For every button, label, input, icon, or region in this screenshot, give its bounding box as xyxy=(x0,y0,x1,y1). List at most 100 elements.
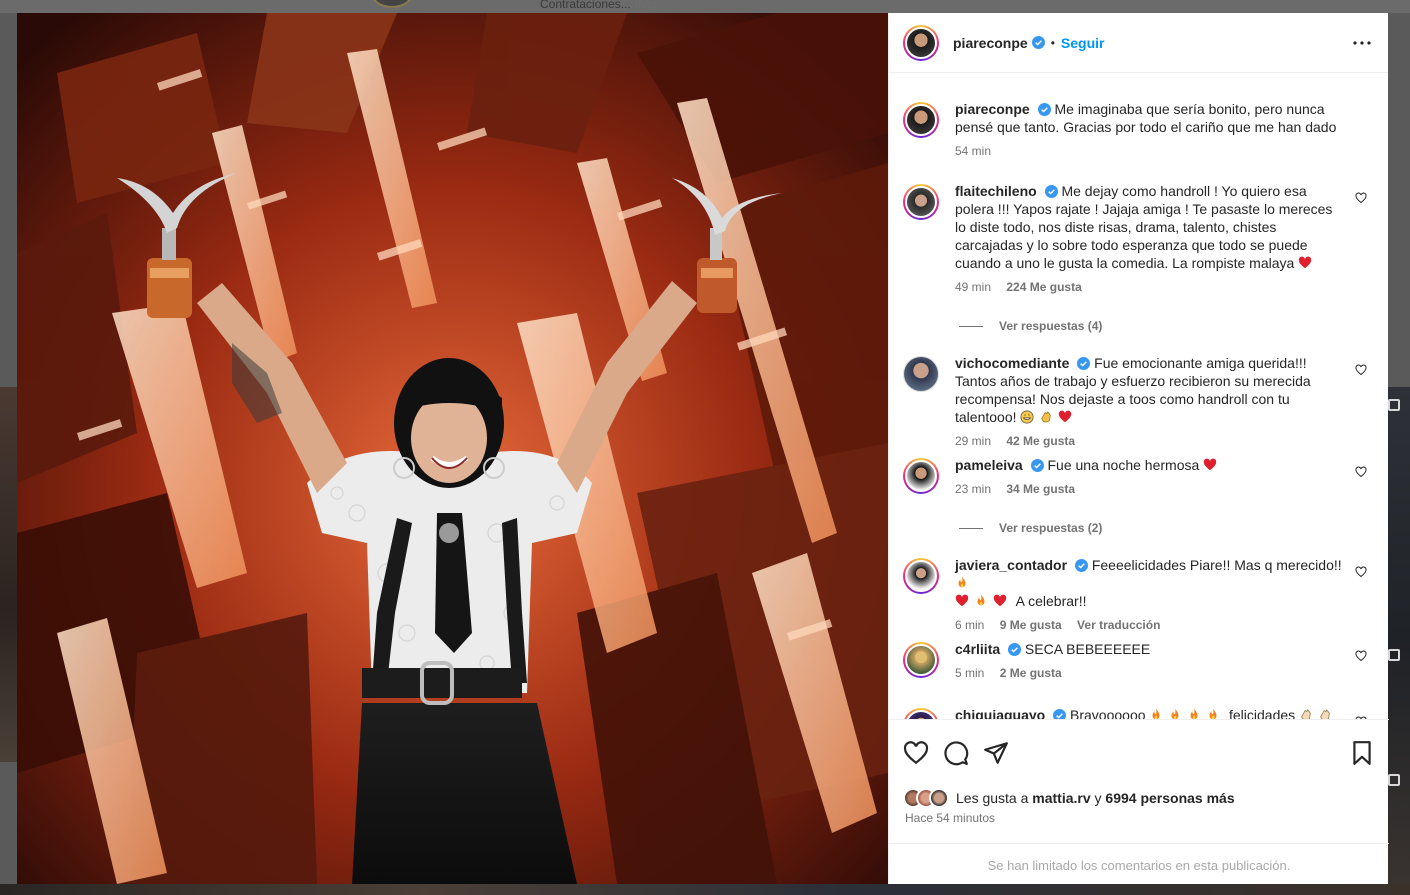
verified-badge-icon xyxy=(1031,36,1045,49)
post-modal: piareconpe • Seguir piareconpe Me imagin… xyxy=(17,13,1389,884)
verified-badge-icon xyxy=(1008,643,1022,656)
more-options-icon[interactable] xyxy=(1350,31,1374,55)
comment-time: 5 min xyxy=(955,666,985,680)
heart-emoji-icon xyxy=(1203,458,1217,471)
comment-username[interactable]: vichocomediante xyxy=(955,355,1069,371)
comment-time: 29 min xyxy=(955,434,992,448)
like-comment-icon[interactable] xyxy=(1355,364,1367,376)
background-thumbnails-bottom xyxy=(0,884,1410,895)
comment-item: javiera_contador Feeeelicidades Piare!! … xyxy=(903,556,1373,634)
like-comment-icon[interactable] xyxy=(1355,466,1367,478)
comment-username[interactable]: pameleiva xyxy=(955,457,1023,473)
fire-emoji-icon xyxy=(977,594,985,606)
fire-emoji-icon xyxy=(958,576,966,588)
comments-list[interactable]: piareconpe Me imaginaba que sería bonito… xyxy=(889,74,1389,719)
comment-time: 6 min xyxy=(955,618,985,632)
verified-badge-icon xyxy=(1037,103,1051,116)
translate-link[interactable]: Ver traducción xyxy=(1077,618,1160,632)
carousel-icon xyxy=(1388,774,1400,786)
comment-time: 49 min xyxy=(955,280,992,294)
comment-text-continued: felicidades xyxy=(1228,707,1296,719)
clap-emoji-icon xyxy=(1320,709,1330,719)
avatar[interactable] xyxy=(903,356,939,392)
post-image xyxy=(17,13,888,884)
like-comment-icon[interactable] xyxy=(1355,566,1367,578)
comments-limited-notice: Se han limitado los comentarios en esta … xyxy=(889,843,1389,884)
heart-emoji-icon xyxy=(1299,256,1312,269)
comment-username[interactable]: chiquiaguayo xyxy=(955,707,1045,719)
comment-likes[interactable]: 2 Me gusta xyxy=(1000,666,1062,680)
avatar[interactable] xyxy=(903,642,939,678)
heart-emoji-icon xyxy=(1058,410,1072,423)
comments-panel: piareconpe • Seguir piareconpe Me imagin… xyxy=(888,13,1389,884)
heart-emoji-icon xyxy=(955,594,969,607)
comment-item: chiquiaguayo Bravoooooo felicidades xyxy=(903,706,1373,719)
comment-meta: 54 min xyxy=(955,142,1345,160)
avatar[interactable] xyxy=(903,558,939,594)
fire-emoji-icon xyxy=(1190,708,1198,719)
comment-likes[interactable]: 42 Me gusta xyxy=(1006,434,1075,448)
view-replies-button[interactable]: Ver respuestas (2) xyxy=(959,521,1102,535)
follow-button[interactable]: Seguir xyxy=(1061,35,1105,51)
comment-text: SECA BEBEEEEEE xyxy=(1024,641,1151,657)
carousel-icon xyxy=(1388,399,1400,411)
comment-username[interactable]: piareconpe xyxy=(955,101,1030,117)
verified-badge-icon xyxy=(1077,357,1091,370)
comment-username[interactable]: javiera_contador xyxy=(955,557,1067,573)
liker-avatar xyxy=(929,788,949,808)
post-photo[interactable] xyxy=(17,13,888,884)
save-icon[interactable] xyxy=(1349,740,1375,766)
clap-emoji-icon xyxy=(1041,411,1052,423)
avatar[interactable] xyxy=(903,708,939,719)
replies-line xyxy=(959,325,983,327)
caption: piareconpe Me imaginaba que sería bonito… xyxy=(903,100,1373,160)
likes-summary[interactable]: Les gusta a mattia.rv y 6994 personas má… xyxy=(903,788,1235,808)
comment-time: 54 min xyxy=(955,144,992,158)
heart-emoji-icon xyxy=(993,594,1006,607)
comment-likes[interactable]: 34 Me gusta xyxy=(1006,482,1075,496)
like-icon[interactable] xyxy=(903,740,929,766)
verified-badge-icon xyxy=(1053,709,1067,719)
comment-meta: 5 min 2 Me gusta xyxy=(955,664,1345,682)
likes-count[interactable]: 6994 personas más xyxy=(1105,790,1234,806)
author-username[interactable]: piareconpe xyxy=(953,35,1028,51)
post-timestamp[interactable]: Hace 54 minutos xyxy=(905,811,995,825)
fire-emoji-icon xyxy=(1171,708,1179,719)
verified-badge-icon xyxy=(1044,185,1058,198)
liker-username[interactable]: mattia.rv xyxy=(1032,790,1090,806)
avatar[interactable] xyxy=(903,184,939,220)
carousel-icon xyxy=(1388,649,1400,661)
avatar[interactable] xyxy=(903,458,939,494)
comment-likes[interactable]: 9 Me gusta xyxy=(1000,618,1062,632)
background-thumbnail-left xyxy=(0,387,17,762)
verified-badge-icon xyxy=(1074,559,1088,572)
comment-text: Feeeelicidades Piare!! Mas q merecido!! xyxy=(1091,557,1342,573)
background-thumbnail-right xyxy=(1388,387,1410,895)
grin-emoji-icon xyxy=(1020,410,1034,424)
like-comment-icon[interactable] xyxy=(1355,650,1367,662)
comment-likes[interactable]: 224 Me gusta xyxy=(1006,280,1081,294)
avatar[interactable] xyxy=(903,102,939,138)
post-header: piareconpe • Seguir xyxy=(889,13,1388,73)
share-icon[interactable] xyxy=(983,740,1009,766)
likes-text: Les gusta a mattia.rv y 6994 personas má… xyxy=(956,790,1235,806)
fire-emoji-icon xyxy=(1152,708,1160,719)
comment-meta: 23 min 34 Me gusta xyxy=(955,480,1345,498)
replies-line xyxy=(959,527,983,529)
separator-dot: • xyxy=(1050,35,1055,50)
comment-meta: 49 min 224 Me gusta xyxy=(955,278,1345,296)
fire-emoji-icon xyxy=(1209,708,1217,719)
comment-text: Fue una noche hermosa xyxy=(1047,457,1200,473)
view-replies-button[interactable]: Ver respuestas (4) xyxy=(959,319,1102,333)
like-comment-icon[interactable] xyxy=(1355,192,1367,204)
comment-item: pameleiva Fue una noche hermosa 23 min 3… xyxy=(903,456,1373,498)
comment-username[interactable]: flaitechileno xyxy=(955,183,1037,199)
comment-item: vichocomediante Fue emocionante amiga qu… xyxy=(903,354,1373,450)
action-bar xyxy=(903,740,1375,766)
author-avatar[interactable] xyxy=(903,24,939,61)
background-avatar xyxy=(372,0,412,8)
comment-username[interactable]: c4rliita xyxy=(955,641,1000,657)
comment-item: c4rliita SECA BEBEEEEEE 5 min 2 Me gusta xyxy=(903,640,1373,682)
comment-icon[interactable] xyxy=(943,740,969,766)
comment-item: flaitechileno Me dejay como handroll ! Y… xyxy=(903,182,1373,296)
